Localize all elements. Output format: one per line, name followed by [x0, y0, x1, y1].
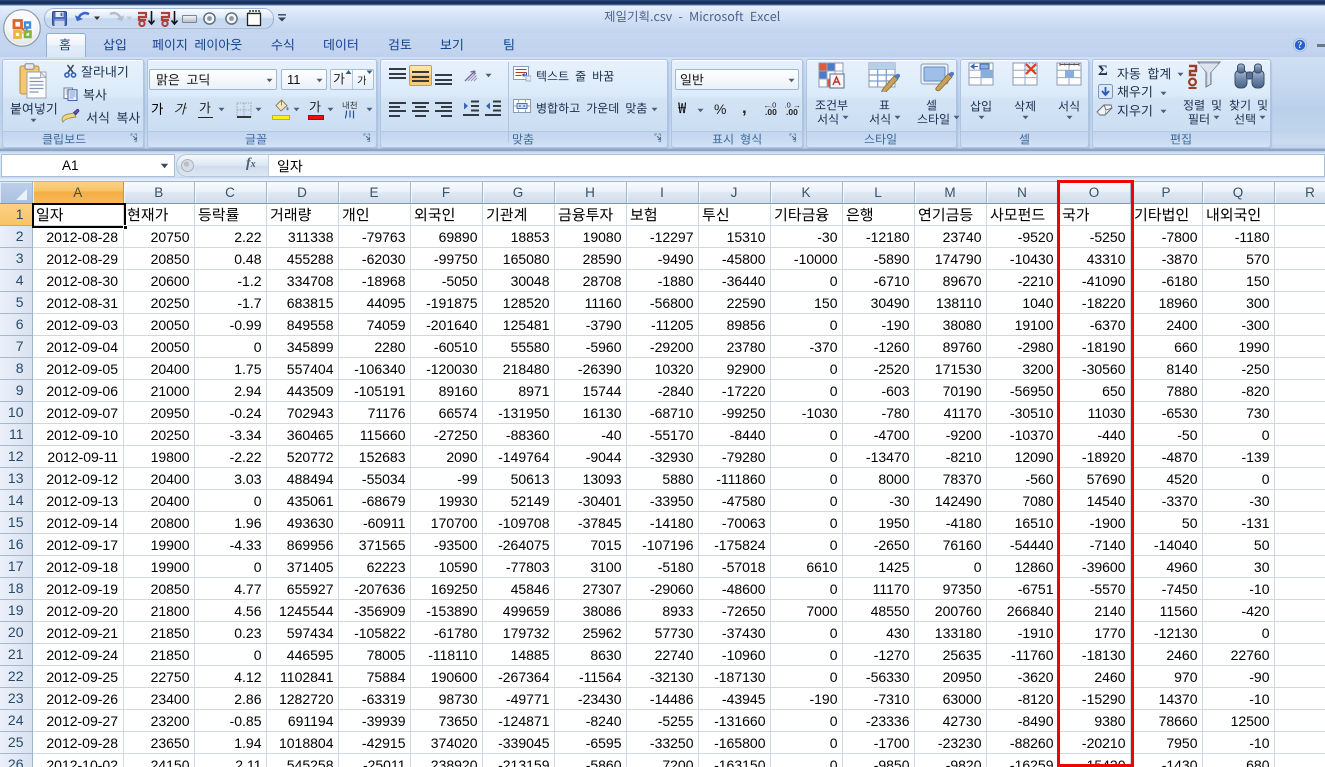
svg-text:?: ?	[1298, 40, 1303, 50]
svg-text:.00: .00	[765, 107, 777, 116]
svg-text:.00: .00	[786, 107, 798, 116]
